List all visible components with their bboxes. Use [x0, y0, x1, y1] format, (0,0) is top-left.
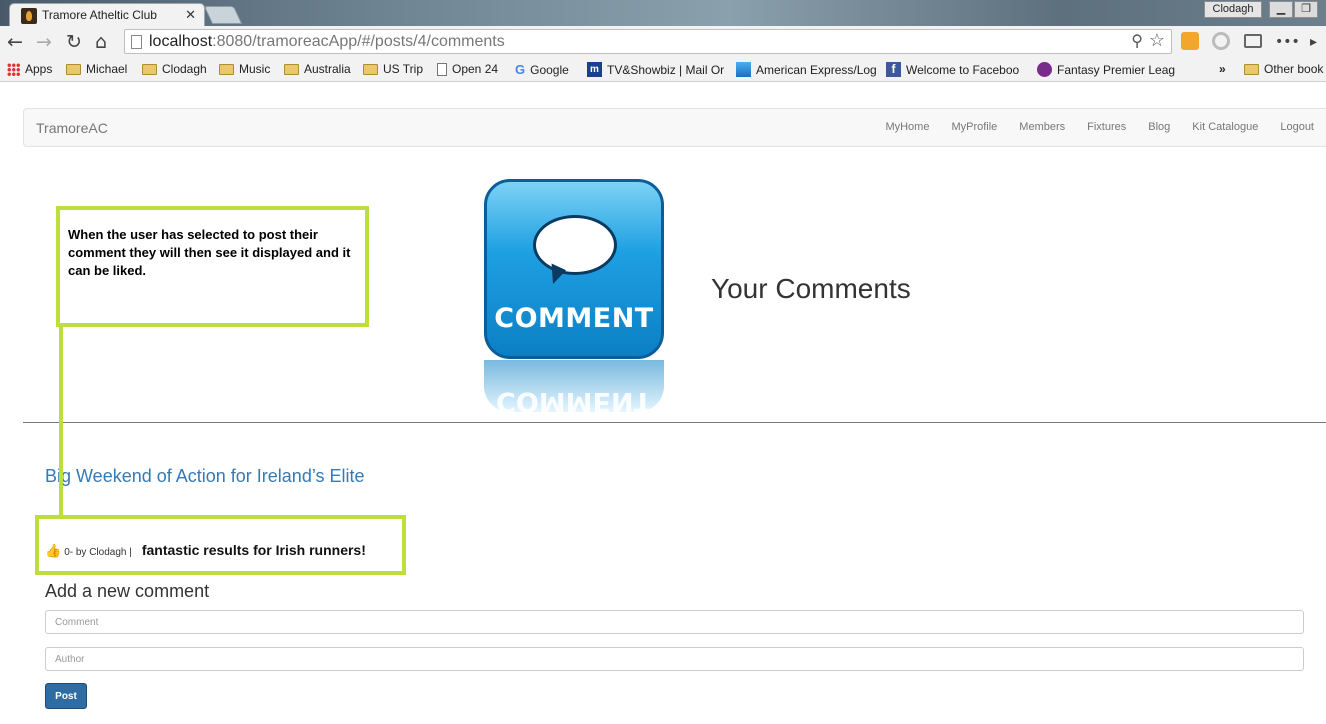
nav-link-logout[interactable]: Logout [1280, 121, 1314, 133]
restore-button[interactable]: ❐ [1294, 1, 1318, 18]
post-title-link[interactable]: Big Weekend of Action for Ireland’s Elit… [45, 466, 365, 487]
facebook-icon: f [886, 62, 901, 77]
new-tab-button[interactable] [203, 6, 243, 24]
folder-icon [363, 63, 378, 75]
minimize-button[interactable]: ▁ [1269, 1, 1293, 18]
extension-circle-icon[interactable] [1212, 32, 1230, 50]
home-icon[interactable]: ⌂ [95, 31, 107, 53]
extension-rss-icon[interactable] [1181, 32, 1199, 50]
nav-link-members[interactable]: Members [1019, 121, 1065, 133]
bookmark-other-bookmarks[interactable]: Other book [1244, 62, 1323, 76]
annotation-highlight-box [35, 515, 406, 575]
bookmark-amex[interactable]: American Express/Log [736, 62, 877, 77]
comment-logo-text: COMMENT [494, 303, 654, 334]
navbar-brand[interactable]: TramoreAC [36, 120, 108, 136]
nav-link-kit-catalogue[interactable]: Kit Catalogue [1192, 121, 1258, 133]
author-input[interactable] [45, 647, 1304, 671]
premier-league-icon [1037, 62, 1052, 77]
bookmark-clodagh[interactable]: Clodagh [142, 62, 207, 76]
speech-bubble-icon [533, 215, 617, 275]
post-comment-button[interactable]: Post [45, 683, 87, 709]
amex-icon [736, 62, 751, 77]
page-icon [437, 62, 447, 76]
bookmark-fantasy-premier-league[interactable]: Fantasy Premier Leag [1037, 62, 1175, 77]
site-favicon-icon [21, 8, 37, 24]
browser-tab[interactable]: Tramore Atheltic Club ✕ [9, 3, 205, 27]
comment-logo-reflection: COMMENT [484, 360, 664, 412]
address-bar[interactable]: localhost:8080/tramoreacApp/#/posts/4/co… [124, 29, 1172, 54]
site-navbar: TramoreAC MyHome MyProfile Members Fixtu… [23, 108, 1326, 147]
forward-arrow-icon[interactable]: → [36, 31, 52, 53]
page-title: Your Comments [711, 273, 911, 304]
browser-toolbar: ← → ↻ ⌂ localhost:8080/tramoreacApp/#/po… [0, 26, 1326, 58]
section-divider [23, 422, 1326, 423]
annotation-connector-line [59, 327, 63, 517]
apps-grid-icon [7, 62, 20, 76]
bookmark-mail-online[interactable]: m TV&Showbiz | Mail Or [587, 62, 724, 77]
navbar-links: MyHome MyProfile Members Fixtures Blog K… [885, 121, 1314, 133]
back-arrow-icon[interactable]: ← [7, 31, 23, 53]
annotation-callout: When the user has selected to post their… [56, 206, 369, 327]
reload-icon[interactable]: ↻ [66, 31, 82, 53]
bookmark-music[interactable]: Music [219, 62, 270, 76]
zoom-icon[interactable]: ⚲ [1131, 31, 1143, 51]
bookmark-star-icon[interactable]: ☆ [1149, 30, 1165, 51]
cast-icon[interactable] [1244, 34, 1262, 48]
profile-button[interactable]: Clodagh [1204, 1, 1262, 18]
page-info-icon[interactable] [131, 35, 142, 49]
folder-icon [284, 63, 299, 75]
bookmark-google[interactable]: G Google [515, 62, 569, 77]
comment-input[interactable] [45, 610, 1304, 634]
bookmark-apps[interactable]: Apps [7, 62, 52, 76]
url-text: localhost:8080/tramoreacApp/#/posts/4/co… [149, 33, 505, 50]
bookmark-australia[interactable]: Australia [284, 62, 351, 76]
folder-icon [142, 63, 157, 75]
mailonline-icon: m [587, 62, 602, 77]
comment-logo-icon: COMMENT [484, 179, 664, 359]
more-icon[interactable]: ••• [1275, 34, 1300, 50]
bookmark-open-24[interactable]: Open 24 [437, 62, 498, 76]
add-comment-heading: Add a new comment [45, 581, 210, 601]
folder-icon [219, 63, 234, 75]
tab-title: Tramore Atheltic Club [42, 8, 157, 22]
google-icon: G [515, 62, 526, 77]
browser-title-bar: Tramore Atheltic Club ✕ Clodagh ▁ ❐ [0, 0, 1326, 27]
menu-icon[interactable]: ▸ [1310, 34, 1317, 50]
bookmark-facebook[interactable]: f Welcome to Faceboo [886, 62, 1019, 77]
folder-icon [1244, 63, 1259, 75]
annotation-text: When the user has selected to post their… [68, 227, 351, 278]
bookmarks-bar: Apps Michael Clodagh Music Australia US … [0, 58, 1326, 82]
nav-link-myhome[interactable]: MyHome [885, 121, 929, 133]
folder-icon [66, 63, 81, 75]
bookmarks-overflow-button[interactable]: » [1219, 62, 1226, 76]
nav-link-blog[interactable]: Blog [1148, 121, 1170, 133]
tab-close-icon[interactable]: ✕ [185, 7, 196, 23]
bookmark-michael[interactable]: Michael [66, 62, 127, 76]
nav-link-fixtures[interactable]: Fixtures [1087, 121, 1126, 133]
bookmark-us-trip[interactable]: US Trip [363, 62, 423, 76]
nav-link-myprofile[interactable]: MyProfile [951, 121, 997, 133]
